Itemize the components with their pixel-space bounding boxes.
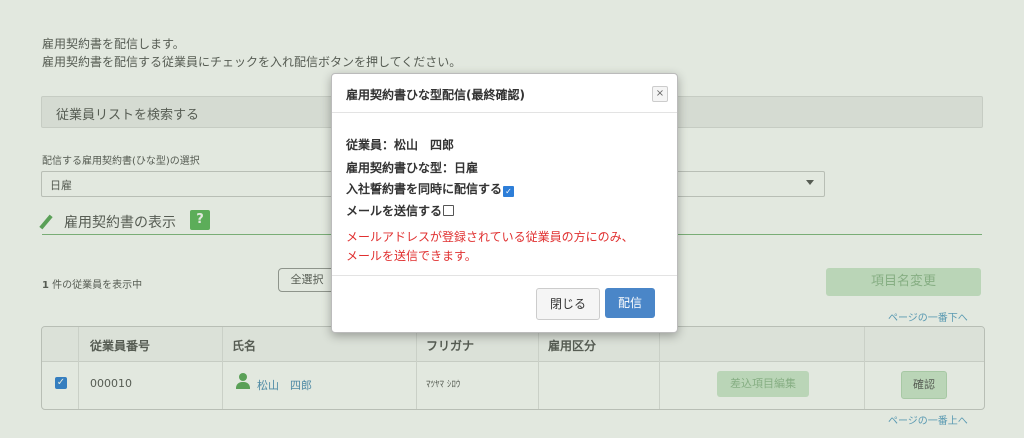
pledge-label: 入社誓約書を同時に配信する <box>346 182 503 196</box>
dialog-mail-option: メールを送信する <box>346 202 455 219</box>
mail-warning: メールアドレスが登録されている従業員の方にのみ、 メールを送信できます。 <box>346 228 634 266</box>
send-button[interactable]: 配信 <box>605 288 655 318</box>
dialog-employee: 従業員：松山 四郎 <box>346 138 455 152</box>
dialog-title: 雇用契約書ひな型配信(最終確認) <box>346 88 525 102</box>
dialog-header: 雇用契約書ひな型配信(最終確認) × <box>332 74 677 113</box>
dialog-footer: 閉じる 配信 <box>332 275 677 333</box>
close-icon[interactable]: × <box>652 86 668 102</box>
pledge-checkbox[interactable]: ✓ <box>503 186 515 197</box>
dialog-template: 雇用契約書ひな型：日雇 <box>346 161 479 175</box>
close-button[interactable]: 閉じる <box>536 288 600 320</box>
mail-checkbox[interactable] <box>443 205 455 216</box>
warning-line-2: メールを送信できます。 <box>346 249 477 263</box>
dialog-pledge-option: 入社誓約書を同時に配信する ✓ <box>346 180 515 197</box>
mail-label: メールを送信する <box>346 204 443 218</box>
confirm-dialog: 雇用契約書ひな型配信(最終確認) × 従業員：松山 四郎 雇用契約書ひな型：日雇… <box>331 73 678 333</box>
warning-line-1: メールアドレスが登録されている従業員の方にのみ、 <box>346 230 634 244</box>
